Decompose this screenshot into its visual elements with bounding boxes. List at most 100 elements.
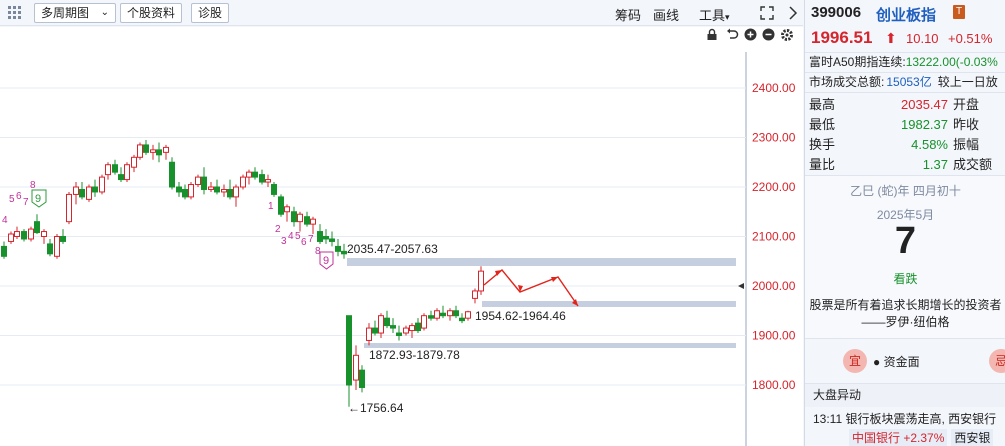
inauspicious-tag[interactable]: 忌 [989, 349, 1005, 373]
lock-icon[interactable] [706, 28, 718, 41]
candle-body [47, 243, 53, 255]
td-mark: 6 [301, 237, 307, 248]
index-name[interactable]: 创业板指 [876, 4, 936, 25]
chart-toolbar: 多周期图 ⌄ 个股资料 诊股 筹码 画线 工具▾ [0, 0, 803, 26]
candle-body [92, 186, 98, 193]
stat-key: 最高 [809, 97, 836, 112]
caret-down-icon: ▾ [725, 12, 730, 22]
candle-body [240, 176, 246, 188]
futures-line: 富时A50期指连续:13222.00(-0.03% [805, 52, 1005, 72]
td-mark: 8 [30, 180, 36, 191]
candle-body [86, 186, 92, 200]
stat-row: 换手 4.58% 振幅 [805, 135, 1005, 155]
candle-body [1, 245, 7, 257]
futures-label: 富时A50期指连续: [809, 55, 906, 69]
up-arrow-icon: ⬆ [885, 30, 897, 46]
candle-body [60, 236, 66, 242]
chevron-down-icon: ⌄ [100, 7, 109, 18]
news-item[interactable]: 13:11 银行板块震荡走高, 西安银行 中国银行 +2.37% 西安银 [805, 407, 1005, 446]
fullscreen-icon[interactable] [760, 6, 774, 20]
candle-body [297, 213, 303, 223]
chips-button[interactable]: 筹码 [615, 5, 641, 24]
zone-label-low: 1872.93-1879.78 [369, 348, 460, 362]
candle-body [323, 236, 329, 240]
candle-body [265, 179, 271, 183]
candle-body [214, 186, 220, 193]
candle-body [208, 186, 214, 190]
fund-tab-label[interactable]: ● 资金面 [873, 353, 920, 370]
candle-body [453, 310, 459, 317]
y-tick-label: 2000.00 [752, 279, 796, 293]
candle-body [150, 149, 156, 153]
settings-gear-icon[interactable] [780, 28, 794, 42]
candle-body [66, 193, 72, 223]
candle-body [79, 188, 85, 198]
stat-key2: 开盘 [953, 97, 980, 112]
stat-value: 4.58% [911, 137, 948, 152]
projection-path [483, 269, 579, 307]
candle-body [409, 325, 415, 332]
zoom-out-icon[interactable] [762, 28, 775, 41]
stat-row: 最低 1982.37 昨收 [805, 115, 1005, 135]
candle-body [182, 188, 188, 198]
price-change-pct: +0.51% [948, 31, 993, 46]
candle-body [346, 315, 352, 386]
candle-body [396, 332, 402, 336]
candle-body [201, 176, 207, 190]
candle-body [278, 196, 284, 215]
y-tick-label: 2200.00 [752, 180, 796, 194]
stat-key2: 振幅 [953, 137, 980, 152]
news-tag[interactable]: 西安银 [951, 429, 994, 446]
trade-badge-icon[interactable]: T [953, 5, 965, 19]
period-dropdown[interactable]: 多周期图 ⌄ [34, 3, 116, 23]
news-header[interactable]: 大盘异动 [805, 383, 1005, 407]
y-tick-label: 1900.00 [752, 329, 796, 343]
kline-chart[interactable]: 2035.47-2057.63 1954.62-1964.46 1872.93-18… [0, 27, 803, 446]
td-mark: 1 [268, 201, 274, 212]
candle-body [252, 171, 258, 178]
candle-body [440, 312, 446, 317]
candle-body [99, 176, 105, 193]
tools-menu[interactable]: 工具▾ [699, 5, 730, 24]
resistance-zone [347, 258, 736, 266]
candle-body [366, 327, 372, 341]
lunar-date: 乙巳 (蛇)年 四月初十 [850, 184, 961, 198]
collapse-panel-icon[interactable] [788, 6, 798, 20]
candle-body [221, 188, 227, 193]
candle-body [403, 327, 409, 334]
quote-panel: 399006 创业板指 T 1996.51 ⬆ 10.10 +0.51% 富时A… [804, 0, 1005, 446]
price-change: 10.10 [906, 31, 939, 46]
candle-body [28, 228, 34, 240]
undo-icon[interactable] [726, 28, 739, 41]
stat-key2: 成交额 [953, 157, 993, 172]
stats-table: 最高 2035.47 开盘 最低 1982.37 昨收 换手 4.58% 振幅 … [805, 92, 1005, 175]
support-zone [482, 301, 736, 307]
stock-info-label: 个股资料 [127, 6, 176, 20]
auspicious-tag[interactable]: 宜 [843, 349, 867, 373]
grid-menu-icon[interactable] [8, 6, 22, 20]
stock-info-button[interactable]: 个股资料 [120, 3, 183, 23]
news-tag[interactable]: 中国银行 +2.37% [849, 429, 948, 446]
candle-body [54, 236, 60, 257]
candle-body [353, 354, 359, 381]
candle-body [143, 144, 149, 153]
candle-body [359, 369, 365, 388]
futures-value: 13222.00(-0.03% [905, 55, 998, 69]
td-mark: 3 [281, 236, 287, 247]
zone-label-top: 2035.47-2057.63 [347, 242, 438, 256]
draw-line-button[interactable]: 画线 [653, 5, 679, 24]
diagnose-label: 诊股 [198, 6, 223, 20]
diagnose-button[interactable]: 诊股 [191, 3, 230, 23]
turnover-line: 市场成交总额: 15053亿 较上一日放 [805, 72, 1005, 92]
candle-body [118, 174, 124, 181]
candle-body [112, 164, 118, 173]
candle-body [434, 310, 440, 319]
zone-label-mid: 1954.62-1964.46 [475, 309, 566, 323]
zoom-in-icon[interactable] [744, 28, 757, 41]
td-mark: 2 [275, 224, 281, 235]
candle-body [233, 186, 239, 198]
candle-body [291, 211, 297, 223]
candle-body [163, 146, 169, 153]
candle-body [415, 322, 421, 332]
stat-row: 最高 2035.47 开盘 [805, 95, 1005, 115]
